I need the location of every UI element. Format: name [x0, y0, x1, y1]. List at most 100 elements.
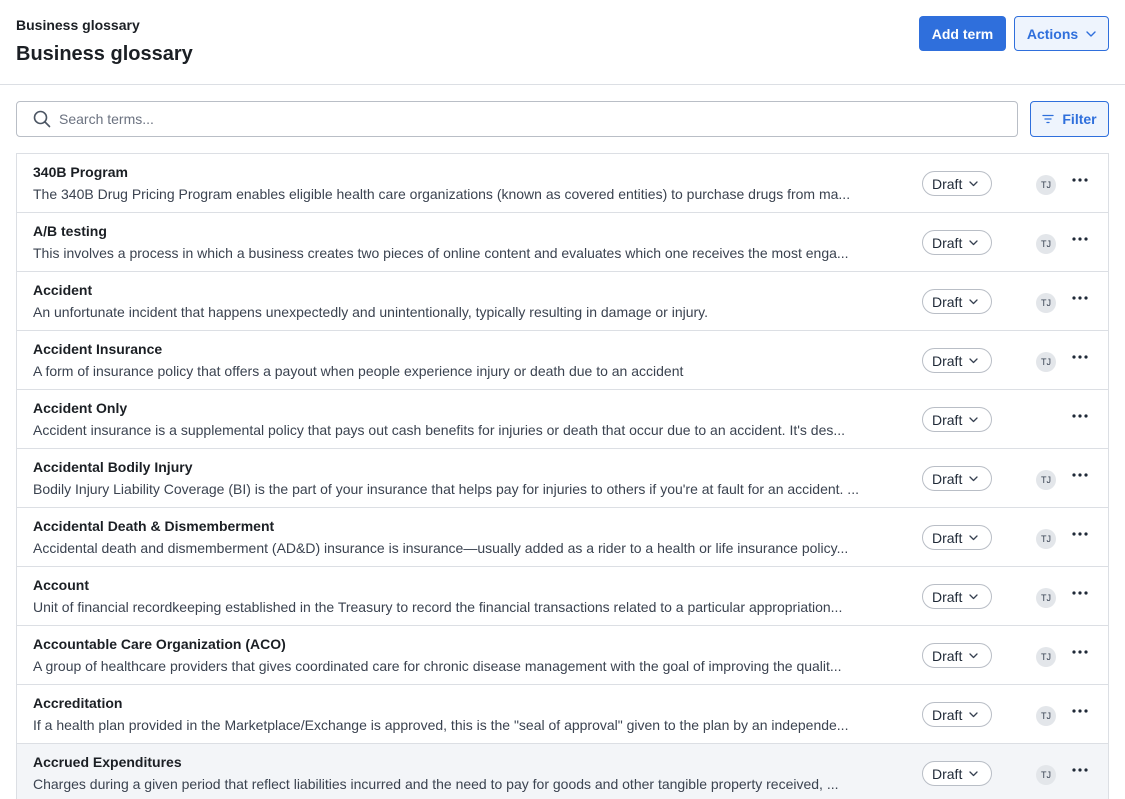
term-description: Accidental death and dismemberment (AD&D…: [33, 540, 849, 556]
status-label: Draft: [932, 411, 963, 428]
owner-avatar: TJ: [1036, 588, 1056, 608]
status-dropdown[interactable]: Draft: [922, 230, 992, 255]
term-description: A group of healthcare providers that giv…: [33, 658, 842, 674]
more-options-button[interactable]: [1069, 523, 1091, 545]
status-dropdown[interactable]: Draft: [922, 643, 992, 668]
more-options-button[interactable]: [1069, 759, 1091, 781]
status-dropdown[interactable]: Draft: [922, 348, 992, 373]
status-label: Draft: [932, 588, 963, 605]
search-field[interactable]: [16, 101, 1018, 137]
status-dropdown[interactable]: Draft: [922, 761, 992, 786]
more-horizontal-icon: [1072, 768, 1088, 772]
term-description: Unit of financial recordkeeping establis…: [33, 599, 843, 615]
owner-avatar: TJ: [1036, 175, 1056, 195]
breadcrumb[interactable]: Business glossary: [16, 17, 140, 33]
term-description: This involves a process in which a busin…: [33, 245, 849, 261]
more-options-button[interactable]: [1069, 700, 1091, 722]
chevron-down-icon: [969, 357, 978, 364]
term-row[interactable]: Account Unit of financial recordkeeping …: [17, 567, 1108, 626]
term-description: Accident insurance is a supplemental pol…: [33, 422, 846, 438]
term-name[interactable]: Accident Only: [33, 400, 127, 416]
filter-button-label: Filter: [1062, 111, 1097, 127]
owner-avatar: TJ: [1036, 529, 1056, 549]
actions-button-label: Actions: [1026, 25, 1079, 42]
term-row[interactable]: Accidental Death & Dismemberment Acciden…: [17, 508, 1108, 567]
more-options-button[interactable]: [1069, 228, 1091, 250]
more-options-button[interactable]: [1069, 464, 1091, 486]
term-name[interactable]: Accident Insurance: [33, 341, 162, 357]
term-row[interactable]: Accountable Care Organization (ACO) A gr…: [17, 626, 1108, 685]
term-row[interactable]: Accident Only Accident insurance is a su…: [17, 390, 1108, 449]
more-horizontal-icon: [1072, 473, 1088, 477]
filter-button[interactable]: Filter: [1030, 101, 1109, 137]
page-title: Business glossary: [16, 43, 193, 65]
term-row[interactable]: Accident Insurance A form of insurance p…: [17, 331, 1108, 390]
chevron-down-icon: [969, 534, 978, 541]
term-name[interactable]: Account: [33, 577, 89, 593]
chevron-down-icon: [969, 298, 978, 305]
status-label: Draft: [932, 647, 963, 664]
status-label: Draft: [932, 175, 963, 192]
status-label: Draft: [932, 529, 963, 546]
add-term-button[interactable]: Add term: [919, 16, 1006, 51]
term-row[interactable]: Accreditation If a health plan provided …: [17, 685, 1108, 744]
owner-avatar: TJ: [1036, 706, 1056, 726]
owner-avatar: TJ: [1036, 470, 1056, 490]
search-input[interactable]: [59, 111, 959, 127]
term-name[interactable]: Accreditation: [33, 695, 122, 711]
term-name[interactable]: A/B testing: [33, 223, 107, 239]
status-dropdown[interactable]: Draft: [922, 407, 992, 432]
status-dropdown[interactable]: Draft: [922, 702, 992, 727]
more-horizontal-icon: [1072, 650, 1088, 654]
term-row[interactable]: 340B Program The 340B Drug Pricing Progr…: [17, 154, 1108, 213]
status-label: Draft: [932, 234, 963, 251]
status-label: Draft: [932, 470, 963, 487]
status-label: Draft: [932, 765, 963, 782]
more-options-button[interactable]: [1069, 582, 1091, 604]
term-row[interactable]: A/B testing This involves a process in w…: [17, 213, 1108, 272]
term-name[interactable]: Accrued Expenditures: [33, 754, 182, 770]
status-dropdown[interactable]: Draft: [922, 584, 992, 609]
status-dropdown[interactable]: Draft: [922, 466, 992, 491]
more-horizontal-icon: [1072, 237, 1088, 241]
more-horizontal-icon: [1072, 532, 1088, 536]
chevron-down-icon: [969, 711, 978, 718]
more-options-button[interactable]: [1069, 641, 1091, 663]
term-name[interactable]: Accountable Care Organization (ACO): [33, 636, 286, 652]
more-options-button[interactable]: [1069, 405, 1091, 427]
chevron-down-icon: [969, 770, 978, 777]
chevron-down-icon: [969, 593, 978, 600]
term-row[interactable]: Accident An unfortunate incident that ha…: [17, 272, 1108, 331]
owner-avatar: TJ: [1036, 234, 1056, 254]
more-options-button[interactable]: [1069, 287, 1091, 309]
status-dropdown[interactable]: Draft: [922, 171, 992, 196]
more-horizontal-icon: [1072, 591, 1088, 595]
search-icon: [33, 110, 51, 128]
status-dropdown[interactable]: Draft: [922, 525, 992, 550]
owner-avatar: TJ: [1036, 352, 1056, 372]
more-horizontal-icon: [1072, 709, 1088, 713]
chevron-down-icon: [969, 475, 978, 482]
chevron-down-icon: [969, 180, 978, 187]
actions-button[interactable]: Actions: [1014, 16, 1109, 51]
term-name[interactable]: Accident: [33, 282, 92, 298]
term-name[interactable]: Accidental Death & Dismemberment: [33, 518, 274, 534]
term-description: If a health plan provided in the Marketp…: [33, 717, 849, 733]
owner-avatar: TJ: [1036, 293, 1056, 313]
more-options-button[interactable]: [1069, 169, 1091, 191]
filter-icon: [1042, 114, 1055, 124]
term-row[interactable]: Accidental Bodily Injury Bodily Injury L…: [17, 449, 1108, 508]
more-horizontal-icon: [1072, 178, 1088, 182]
term-name[interactable]: 340B Program: [33, 164, 128, 180]
more-options-button[interactable]: [1069, 346, 1091, 368]
term-row[interactable]: Accrued Expenditures Charges during a gi…: [17, 744, 1108, 799]
status-label: Draft: [932, 293, 963, 310]
term-list: 340B Program The 340B Drug Pricing Progr…: [16, 153, 1109, 799]
chevron-down-icon: [969, 652, 978, 659]
status-dropdown[interactable]: Draft: [922, 289, 992, 314]
term-name[interactable]: Accidental Bodily Injury: [33, 459, 192, 475]
term-description: The 340B Drug Pricing Program enables el…: [33, 186, 851, 202]
chevron-down-icon: [969, 239, 978, 246]
owner-avatar: TJ: [1036, 647, 1056, 667]
status-label: Draft: [932, 352, 963, 369]
